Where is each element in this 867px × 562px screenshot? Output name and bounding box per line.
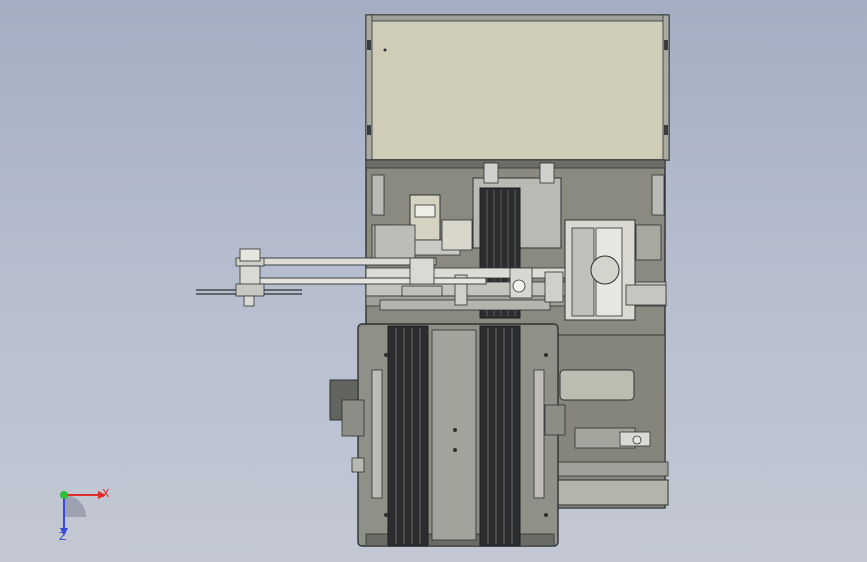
x-axis-label: X — [102, 487, 110, 500]
z-axis-label: Z — [59, 530, 67, 543]
machine-model-drawing[interactable] — [0, 0, 867, 562]
upper-cabinet — [365, 14, 670, 161]
cad-viewport[interactable]: X Z — [0, 0, 867, 562]
coordinate-triad[interactable]: X Z — [52, 484, 122, 544]
lower-base — [329, 323, 566, 547]
